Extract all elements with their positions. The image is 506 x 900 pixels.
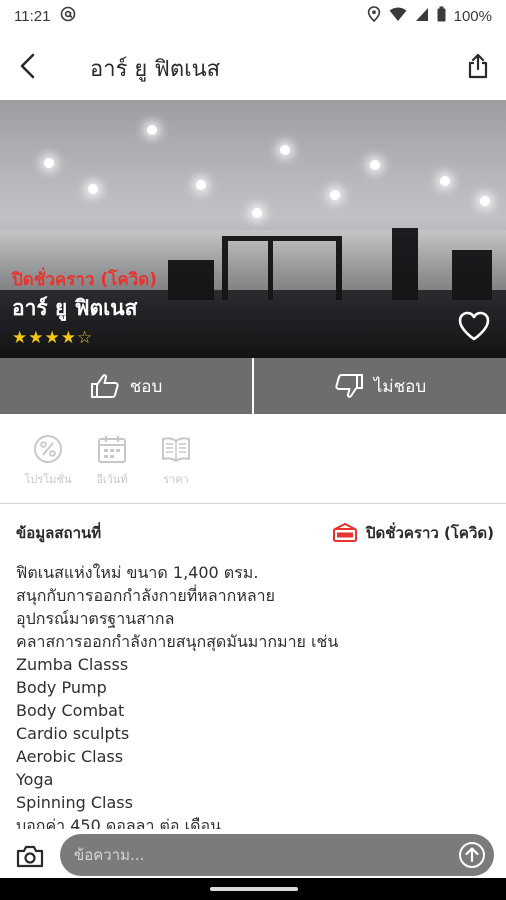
favorite-button[interactable]	[456, 308, 492, 344]
description-line: Aerobic Class	[16, 747, 124, 766]
vote-bar: ชอบ ไม่ชอบ	[0, 358, 506, 414]
feature-price[interactable]: ราคา	[144, 414, 208, 504]
venue-status: ปิดชั่วคราว (โควิด)	[332, 521, 494, 545]
status-bar: 11:21 100%	[0, 0, 506, 32]
description-line: คลาสการออกกำลังกายสนุกสุดมันมากมาย เช่น	[16, 632, 339, 651]
feature-shortcuts: โปรโมชั่น อีเว้นท์ ราคา	[0, 414, 506, 504]
percent-badge-icon	[34, 435, 62, 463]
calendar-icon	[98, 436, 126, 463]
star-filled-icon: ★	[12, 328, 28, 348]
feature-price-label: ราคา	[163, 473, 189, 486]
book-icon	[162, 437, 190, 462]
rating-stars: ★ ★ ★ ★ ☆	[12, 328, 92, 348]
wifi-icon	[389, 6, 407, 26]
hero-venue-name: อาร์ ยู ฟิตเนส	[12, 296, 138, 320]
venue-info-header: ข้อมูลสถานที่ ปิดชั่วคราว (โควิด)	[16, 520, 494, 546]
description-line: ฟิตเนสแห่งใหม่ ขนาด 1,400 ตรม.	[16, 563, 259, 582]
battery-icon	[437, 6, 446, 26]
feature-events[interactable]: อีเว้นท์	[80, 414, 144, 504]
dislike-label: ไม่ชอบ	[373, 376, 427, 397]
cell-signal-icon	[415, 6, 429, 26]
section-divider	[0, 503, 506, 504]
arrow-left-icon	[20, 53, 35, 79]
hero-closed-label: ปิดชั่วคราว (โควิด)	[12, 270, 158, 290]
description-line: Body Combat	[16, 701, 125, 720]
system-navigation-bar	[0, 878, 506, 900]
star-filled-icon: ★	[28, 328, 44, 348]
like-button[interactable]: ชอบ	[0, 358, 252, 414]
feature-promotion-label: โปรโมชั่น	[24, 473, 72, 486]
description-line: สนุกกับการออกกำลังกายที่หลากหลาย	[16, 586, 276, 605]
star-empty-icon: ☆	[77, 328, 93, 348]
battery-percent: 100%	[453, 7, 492, 25]
description-line: Body Pump	[16, 678, 107, 697]
description-line: อุปกรณ์มาตรฐานสากล	[16, 609, 175, 628]
share-button[interactable]	[462, 50, 494, 82]
location-icon	[367, 6, 381, 26]
venue-info-label: ข้อมูลสถานที่	[16, 524, 102, 542]
share-icon	[468, 53, 488, 79]
heart-icon	[458, 311, 490, 341]
message-compose-bar: ข้อความ...	[0, 832, 506, 878]
app-bar: อาร์ ยู ฟิตเนส	[0, 32, 506, 100]
description-line: Cardio sculpts	[16, 724, 130, 743]
status-right: 100%	[367, 6, 492, 26]
description-line: Spinning Class	[16, 793, 133, 812]
message-placeholder: ข้อความ...	[74, 846, 145, 864]
camera-icon	[16, 845, 44, 868]
like-label: ชอบ	[129, 376, 163, 397]
page-title: อาร์ ยู ฟิตเนส	[90, 57, 221, 82]
feature-events-label: อีเว้นท์	[96, 473, 128, 486]
status-time: 11:21	[14, 7, 51, 25]
venue-description: ฟิตเนสแห่งใหม่ ขนาด 1,400 ตรม. สนุกกับกา…	[16, 561, 486, 829]
venue-status-text: ปิดชั่วคราว (โควิด)	[366, 524, 494, 542]
description-line: บอกค่า 450 ดอลลา ต่อ เดือน	[16, 816, 222, 829]
back-button[interactable]	[12, 50, 44, 82]
dislike-button[interactable]: ไม่ชอบ	[254, 358, 506, 414]
message-input[interactable]: ข้อความ...	[60, 834, 494, 876]
home-gesture-handle[interactable]	[210, 887, 298, 891]
star-filled-icon: ★	[44, 328, 60, 348]
venue-hero: ปิดชั่วคราว (โควิด) อาร์ ยู ฟิตเนส ★ ★ ★ ★ ☆	[0, 100, 506, 358]
description-line: Yoga	[16, 770, 54, 789]
star-filled-icon: ★	[60, 328, 76, 348]
description-line: Zumba Classs	[16, 655, 129, 674]
thumbs-up-icon	[90, 374, 119, 398]
send-arrow-up-icon[interactable]	[458, 841, 486, 869]
status-left: 11:21	[14, 6, 76, 26]
closed-sign-icon	[333, 523, 357, 542]
camera-button[interactable]	[14, 840, 46, 872]
feature-promotion[interactable]: โปรโมชั่น	[16, 414, 80, 504]
thumbs-down-icon	[335, 374, 363, 398]
at-sign-icon	[60, 6, 76, 26]
